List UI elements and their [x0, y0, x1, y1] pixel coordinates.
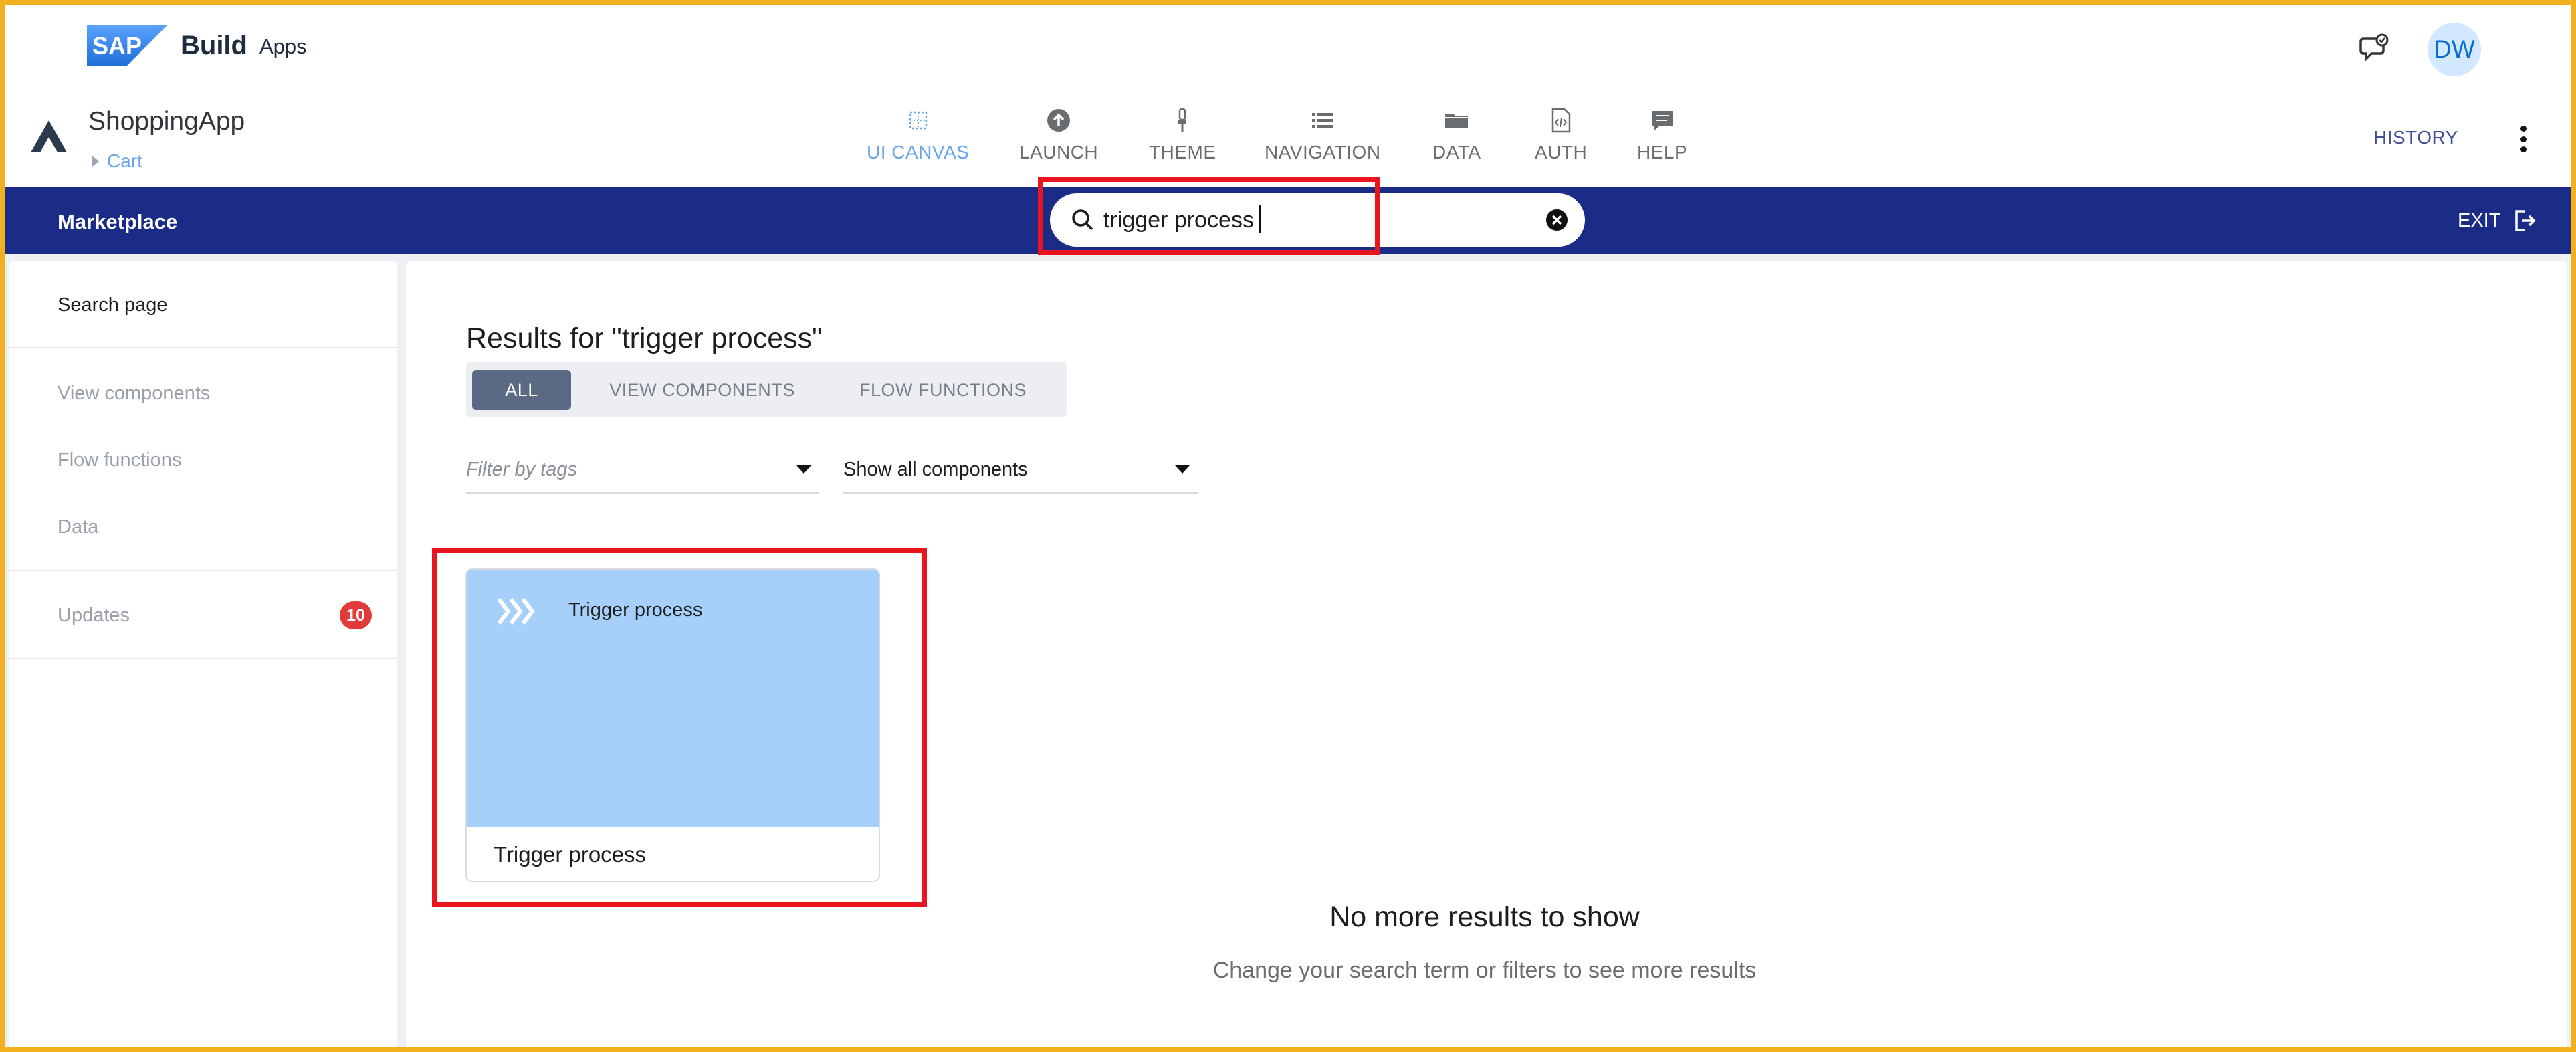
- marketplace-title: Marketplace: [58, 210, 178, 233]
- sidebar-item-data[interactable]: Data: [58, 516, 98, 538]
- exit-button[interactable]: EXIT: [2458, 209, 2537, 233]
- feedback-icon[interactable]: [2358, 32, 2391, 66]
- upload-icon: [1047, 109, 1071, 132]
- code-file-icon: [1551, 108, 1571, 133]
- show-components-value: Show all components: [843, 459, 1028, 480]
- updates-count-badge: 10: [340, 601, 372, 629]
- exit-icon: [2515, 210, 2536, 231]
- sidebar-item-view-components[interactable]: View components: [58, 383, 210, 405]
- top-bar: [0, 0, 2576, 97]
- tab-label: LAUNCH: [1019, 142, 1099, 163]
- history-button[interactable]: HISTORY: [2373, 127, 2458, 148]
- tab-data[interactable]: DATA: [1432, 107, 1481, 163]
- tab-label: UI CANVAS: [867, 142, 970, 163]
- card-highlight-box: [432, 548, 927, 907]
- segment-flow-functions[interactable]: FLOW FUNCTIONS: [829, 370, 1057, 410]
- sidebar-divider: [9, 347, 397, 348]
- tab-launch[interactable]: LAUNCH: [1019, 107, 1098, 163]
- tab-label: DATA: [1432, 142, 1481, 163]
- search-highlight-box: [1038, 177, 1380, 255]
- dropdown-arrow-icon: [1175, 465, 1190, 474]
- breadcrumb[interactable]: Cart: [92, 150, 142, 172]
- sap-logo: SAP: [87, 25, 167, 66]
- breadcrumb-page: Cart: [107, 150, 142, 171]
- tab-label: THEME: [1149, 142, 1216, 163]
- filter-tags-dropdown[interactable]: Filter by tags: [466, 449, 819, 494]
- results-title: Results for "trigger process": [466, 322, 823, 354]
- tab-label: AUTH: [1535, 142, 1588, 163]
- segment-all[interactable]: ALL: [472, 370, 571, 410]
- sidebar-item-search-page[interactable]: Search page: [58, 294, 167, 316]
- tab-theme[interactable]: THEME: [1149, 107, 1216, 163]
- clear-search-icon[interactable]: [1545, 208, 1569, 232]
- sidebar: [9, 261, 397, 1052]
- sidebar-item-flow-functions[interactable]: Flow functions: [58, 449, 181, 471]
- grid-icon: [909, 111, 927, 130]
- breadcrumb-caret-icon: [92, 156, 99, 167]
- sidebar-divider: [9, 570, 397, 571]
- folder-icon: [1445, 114, 1469, 128]
- sidebar-divider: [9, 658, 397, 659]
- brand-build: Build: [181, 31, 247, 60]
- tab-help[interactable]: HELP: [1637, 107, 1687, 163]
- sidebar-item-updates[interactable]: Updates: [58, 605, 130, 627]
- filter-tags-placeholder: Filter by tags: [466, 459, 577, 480]
- dropdown-arrow-icon: [796, 465, 811, 474]
- tab-ui-canvas[interactable]: UI CANVAS: [867, 107, 969, 163]
- tab-label: NAVIGATION: [1265, 142, 1381, 163]
- app-logo-icon: [31, 120, 67, 152]
- brush-icon: [1178, 108, 1187, 132]
- no-more-results-title: No more results to show: [1329, 901, 1640, 933]
- sap-logo-text: SAP: [92, 32, 142, 60]
- segment-view-components[interactable]: VIEW COMPONENTS: [588, 370, 816, 410]
- tab-label: HELP: [1637, 142, 1688, 163]
- show-components-dropdown[interactable]: Show all components: [843, 449, 1198, 494]
- exit-label: EXIT: [2458, 209, 2501, 231]
- brand-apps: Apps: [259, 35, 307, 58]
- app-name: ShoppingApp: [88, 107, 245, 136]
- user-avatar[interactable]: DW: [2428, 23, 2481, 76]
- no-more-results-hint: Change your search term or filters to se…: [1212, 958, 1757, 983]
- tab-auth[interactable]: AUTH: [1535, 107, 1587, 163]
- more-options-icon[interactable]: [2518, 126, 2528, 152]
- list-icon: [1311, 113, 1333, 128]
- chat-icon: [1651, 111, 1673, 130]
- tab-navigation[interactable]: NAVIGATION: [1265, 107, 1381, 163]
